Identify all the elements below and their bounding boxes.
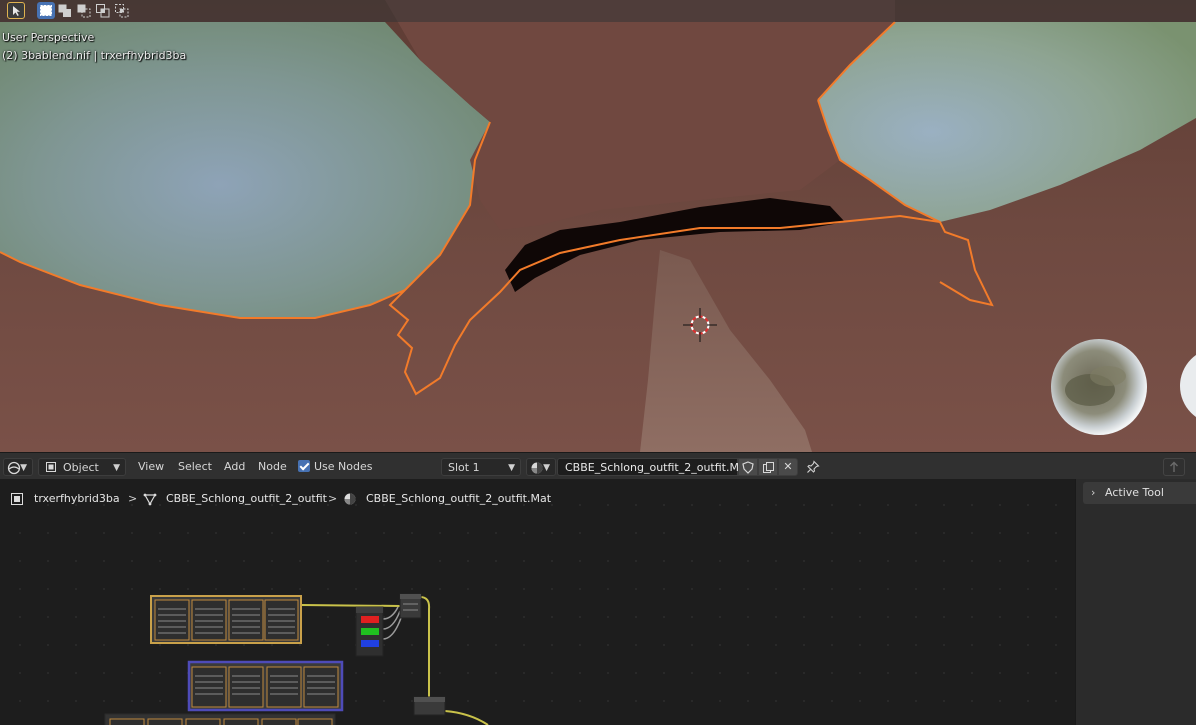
- shader-editor-icon: [7, 461, 21, 475]
- viewport-header: [0, 0, 1196, 22]
- duplicate-material-icon[interactable]: [758, 458, 778, 476]
- chevron-down-icon: ▼: [113, 463, 120, 473]
- unlink-close-icon[interactable]: ✕: [778, 458, 798, 476]
- material-output-node[interactable]: [413, 696, 446, 716]
- mode-intersect-icon[interactable]: [113, 2, 131, 19]
- mode-invert-icon[interactable]: [94, 2, 112, 19]
- node-editor-canvas[interactable]: trxerfhybrid3ba > CBBE_Schlong_outfit_2_…: [0, 479, 1075, 725]
- slot-dropdown[interactable]: Slot 1 ▼: [441, 458, 521, 476]
- perspective-label: User Perspective: [2, 31, 95, 44]
- node-graph: [104, 593, 489, 725]
- use-nodes-toggle[interactable]: Use Nodes: [298, 458, 373, 476]
- node-frame-bottom[interactable]: [104, 713, 336, 725]
- node-link: [300, 604, 401, 607]
- object-icon: [46, 462, 56, 472]
- menu-view[interactable]: View: [136, 458, 166, 476]
- hdri-preview-sphere-2-icon[interactable]: [1178, 346, 1196, 426]
- chevron-right-icon: ›: [1091, 486, 1096, 499]
- node-link: [382, 606, 399, 620]
- select-box-tool-icon[interactable]: [7, 2, 25, 19]
- node-editor-header: ▼ Object ▼ View Select Add Node Use Node…: [0, 452, 1196, 479]
- use-nodes-checkbox[interactable]: [298, 460, 310, 472]
- material-name-field[interactable]: CBBE_Schlong_outfit_2_outfit.Mat: [557, 458, 750, 476]
- 3d-viewport[interactable]: User Perspective (2) 3bablend.nif | trxe…: [0, 0, 1196, 452]
- mode-subtract-icon[interactable]: [75, 2, 93, 19]
- node-frame-blue[interactable]: [187, 660, 344, 712]
- slot-label: Slot 1: [448, 461, 480, 474]
- chevron-down-icon: ▼: [508, 463, 515, 473]
- mode-extend-icon[interactable]: [56, 2, 74, 19]
- shader-node[interactable]: [399, 593, 422, 619]
- active-object-label: (2) 3bablend.nif | trxerfhybrid3ba: [2, 49, 187, 62]
- object-mode-label: Object: [63, 461, 99, 474]
- menu-add[interactable]: Add: [222, 458, 247, 476]
- editor-type-dropdown[interactable]: ▼: [3, 458, 33, 476]
- chevron-down-icon: ▼: [543, 463, 550, 473]
- blender-window: User Perspective (2) 3bablend.nif | trxe…: [0, 0, 1196, 725]
- node-editor-sidebar: › Active Tool: [1075, 479, 1196, 725]
- separate-rgb-node[interactable]: [355, 606, 384, 657]
- object-mode-dropdown[interactable]: Object ▼: [38, 458, 126, 476]
- use-nodes-label: Use Nodes: [314, 460, 373, 473]
- active-tool-panel-header[interactable]: › Active Tool: [1083, 482, 1196, 504]
- mode-new-icon[interactable]: [37, 2, 55, 19]
- viewport-scene: [0, 0, 1196, 452]
- pin-icon[interactable]: [806, 458, 824, 476]
- chevron-down-icon: ▼: [20, 463, 27, 473]
- fake-user-shield-icon[interactable]: [738, 458, 758, 476]
- material-icon: [531, 462, 543, 474]
- parent-node-tree-icon[interactable]: [1163, 458, 1185, 476]
- material-browse-button[interactable]: ▼: [526, 458, 556, 476]
- hdri-preview-sphere-icon[interactable]: [1050, 338, 1148, 436]
- menu-node[interactable]: Node: [256, 458, 289, 476]
- menu-select[interactable]: Select: [176, 458, 214, 476]
- node-frame-orange[interactable]: [150, 595, 302, 644]
- active-tool-label: Active Tool: [1105, 486, 1164, 499]
